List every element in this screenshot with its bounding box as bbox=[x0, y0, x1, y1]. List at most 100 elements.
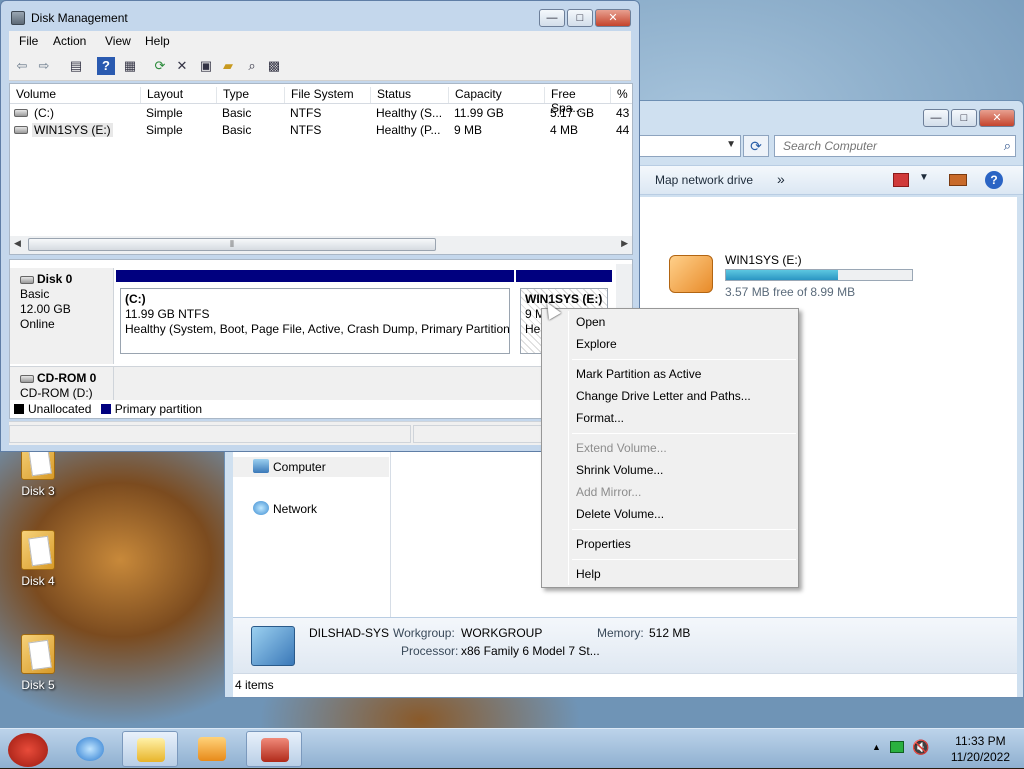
disk-graphical-view: Disk 0 Basic 12.00 GB Online (C:) 11.99 … bbox=[9, 259, 633, 419]
network-status-icon[interactable] bbox=[890, 741, 904, 753]
more-commands-button[interactable]: » bbox=[777, 171, 785, 187]
internet-explorer-icon bbox=[76, 737, 104, 761]
menu-item-mark-active[interactable]: Mark Partition as Active bbox=[576, 363, 701, 385]
network-icon bbox=[253, 501, 269, 515]
menu-separator bbox=[572, 359, 796, 360]
column-header-volume[interactable]: Volume bbox=[10, 87, 140, 103]
menu-item-shrink-volume[interactable]: Shrink Volume... bbox=[576, 459, 663, 481]
menu-item-properties[interactable]: Properties bbox=[576, 533, 631, 555]
taskbar-media-player[interactable] bbox=[184, 731, 240, 767]
maximize-button[interactable]: □ bbox=[567, 9, 593, 27]
folder-icon bbox=[21, 530, 55, 570]
properties-icon[interactable]: ▣ bbox=[197, 57, 215, 75]
details-pane: DILSHAD-SYS Workgroup: WORKGROUP Memory:… bbox=[233, 617, 1017, 673]
scrollbar-thumb[interactable]: ⦀ bbox=[28, 238, 436, 251]
map-network-drive-button[interactable]: Map network drive bbox=[655, 173, 753, 187]
system-tray: ▲ 🔇 11:33 PM 11/20/2022 bbox=[864, 729, 1024, 769]
close-button[interactable]: ✕ bbox=[595, 9, 631, 27]
show-hide-tree-icon[interactable]: ▤ bbox=[67, 57, 85, 75]
help-icon[interactable]: ? bbox=[985, 171, 1003, 189]
scroll-left-icon[interactable]: ◀ bbox=[14, 238, 21, 249]
taskbar-internet-explorer[interactable] bbox=[62, 731, 118, 767]
settings-icon[interactable]: ▩ bbox=[265, 57, 283, 75]
chevron-down-icon[interactable]: ▼ bbox=[726, 139, 736, 150]
cell-status: Healthy (P... bbox=[376, 123, 441, 137]
view-options-icon[interactable] bbox=[893, 173, 909, 187]
menu-separator bbox=[572, 559, 796, 560]
column-header-file-system[interactable]: File System bbox=[284, 87, 370, 103]
nav-item-computer[interactable]: Computer bbox=[233, 457, 389, 477]
back-icon[interactable]: ⇦ bbox=[13, 57, 31, 75]
menu-item-explore[interactable]: Explore bbox=[576, 333, 617, 355]
column-header-percent-free[interactable]: % F bbox=[610, 87, 634, 103]
cdrom-drive: CD-ROM (D:) bbox=[20, 386, 93, 400]
nav-item-label: Network bbox=[273, 502, 318, 516]
menu-item-open[interactable]: Open bbox=[576, 311, 605, 333]
legend-primary: Primary partition bbox=[114, 402, 203, 416]
column-header-type[interactable]: Type bbox=[216, 87, 284, 103]
volume-muted-icon[interactable]: 🔇 bbox=[912, 739, 929, 756]
show-hidden-icons-icon[interactable]: ▲ bbox=[872, 742, 881, 752]
cell-type: Basic bbox=[222, 106, 252, 120]
scroll-right-icon[interactable]: ▶ bbox=[621, 238, 628, 249]
search-input[interactable] bbox=[781, 137, 991, 155]
find-icon[interactable]: ⌕ bbox=[243, 57, 261, 75]
nav-item-network[interactable]: Network bbox=[233, 499, 389, 519]
menu-separator bbox=[572, 529, 796, 530]
toolbox-icon bbox=[261, 738, 289, 762]
processor-label: Processor: bbox=[401, 644, 459, 658]
maximize-button[interactable]: □ bbox=[951, 109, 977, 127]
preview-pane-icon[interactable] bbox=[949, 174, 967, 186]
properties-grid-icon[interactable]: ▦ bbox=[121, 57, 139, 75]
minimize-button[interactable]: — bbox=[923, 109, 949, 127]
start-button[interactable] bbox=[2, 731, 58, 767]
partition-title: (C:) bbox=[125, 292, 146, 306]
partition-size: 11.99 GB NTFS bbox=[125, 307, 210, 321]
desktop-icon-disk-4[interactable]: Disk 4 bbox=[8, 530, 68, 588]
forward-icon[interactable]: ⇨ bbox=[35, 57, 53, 75]
cell-status: Healthy (S... bbox=[376, 106, 443, 120]
column-header-capacity[interactable]: Capacity bbox=[448, 87, 544, 103]
cell-capacity: 11.99 GB bbox=[454, 106, 504, 120]
open-folder-icon[interactable]: ▰ bbox=[219, 57, 237, 75]
search-box[interactable]: ⌕ bbox=[774, 135, 1016, 157]
context-menu: Open Explore Mark Partition as Active Ch… bbox=[541, 308, 799, 588]
delete-icon[interactable]: ✕ bbox=[173, 57, 191, 75]
refresh-icon: ⟳ bbox=[750, 138, 762, 154]
desktop-icon-disk-5[interactable]: Disk 5 bbox=[8, 634, 68, 692]
taskbar-computer-management[interactable] bbox=[246, 731, 302, 767]
drive-item-win1sys[interactable]: WIN1SYS (E:) 3.57 MB free of 8.99 MB bbox=[669, 251, 919, 301]
clock[interactable]: 11:33 PM 11/20/2022 bbox=[951, 733, 1010, 765]
menu-file[interactable]: File bbox=[19, 34, 38, 48]
refresh-icon[interactable]: ⟳ bbox=[151, 57, 169, 75]
menu-view[interactable]: View bbox=[105, 34, 131, 48]
menu-help[interactable]: Help bbox=[145, 34, 170, 48]
help-icon[interactable]: ? bbox=[97, 57, 115, 75]
column-header-free-space[interactable]: Free Spa... bbox=[544, 87, 610, 115]
horizontal-scrollbar[interactable]: ◀ ⦀ ▶ bbox=[10, 236, 632, 254]
chevron-down-icon[interactable]: ▼ bbox=[919, 172, 929, 183]
menu-action[interactable]: Action bbox=[53, 34, 86, 48]
search-icon[interactable]: ⌕ bbox=[1004, 138, 1011, 154]
minimize-button[interactable]: — bbox=[539, 9, 565, 27]
partition-c[interactable]: (C:) 11.99 GB NTFS Healthy (System, Boot… bbox=[116, 270, 514, 358]
table-row[interactable]: WIN1SYS (E:) Simple Basic NTFS Healthy (… bbox=[10, 122, 632, 139]
cell-layout: Simple bbox=[146, 106, 183, 120]
close-button[interactable]: ✕ bbox=[979, 109, 1015, 127]
clock-date: 11/20/2022 bbox=[950, 750, 1010, 764]
disk-type: Basic bbox=[20, 287, 50, 301]
menu-item-change-drive-letter[interactable]: Change Drive Letter and Paths... bbox=[576, 385, 751, 407]
refresh-button[interactable]: ⟳ bbox=[743, 135, 769, 157]
legend-unallocated: Unallocated bbox=[28, 402, 92, 416]
column-header-status[interactable]: Status bbox=[370, 87, 448, 103]
disk-0-label[interactable]: Disk 0 Basic 12.00 GB Online bbox=[10, 268, 114, 364]
cell-file-system: NTFS bbox=[290, 106, 322, 120]
menu-item-help[interactable]: Help bbox=[576, 563, 601, 585]
table-row[interactable]: (C:) Simple Basic NTFS Healthy (S... 11.… bbox=[10, 105, 632, 122]
taskbar-windows-explorer[interactable] bbox=[122, 731, 178, 767]
menu-item-delete-volume[interactable]: Delete Volume... bbox=[576, 503, 664, 525]
menu-item-format[interactable]: Format... bbox=[576, 407, 624, 429]
drive-name: WIN1SYS (E:) bbox=[725, 253, 802, 267]
cdrom-0-label[interactable]: CD-ROM 0 CD-ROM (D:) bbox=[10, 366, 114, 400]
column-header-layout[interactable]: Layout bbox=[140, 87, 216, 103]
